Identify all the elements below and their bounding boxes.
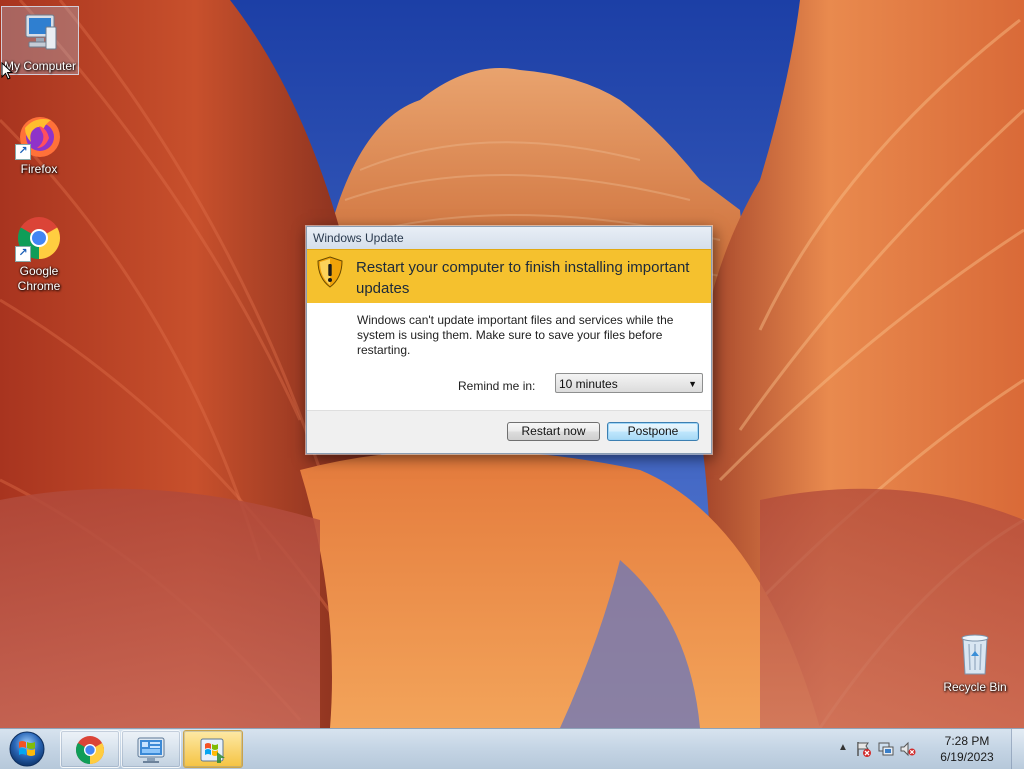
desktop-icon-label: Google Chrome [17, 264, 61, 293]
shield-warning-icon [316, 256, 344, 291]
show-desktop-button[interactable] [1011, 729, 1024, 769]
dialog-message: Windows can't update important files and… [357, 313, 674, 357]
desktop-icon-recycle-bin[interactable]: Recycle Bin [937, 628, 1013, 695]
dialog-headline: Restart your computer to finish installi… [356, 259, 690, 297]
volume-muted-icon[interactable] [900, 741, 916, 760]
taskbar-item-chrome[interactable] [60, 730, 120, 768]
firefox-icon: ↗ [15, 112, 63, 160]
desktop-icon-google-chrome[interactable]: ↗ Google Chrome [1, 212, 77, 294]
action-center-icon[interactable] [856, 741, 872, 760]
chrome-icon [74, 734, 106, 769]
show-hidden-icons-arrow[interactable]: ▲ [838, 742, 848, 753]
shortcut-arrow-icon: ↗ [15, 144, 31, 160]
network-icon[interactable] [878, 741, 894, 760]
remind-label: Remind me in: [458, 379, 536, 393]
taskbar-item-control-panel[interactable] [121, 730, 181, 768]
dialog-footer: Restart now Postpone [307, 410, 711, 453]
control-panel-icon [135, 734, 167, 769]
windows-update-dialog: Windows Update Restart your computer to … [306, 226, 712, 454]
shortcut-arrow-icon: ↗ [15, 246, 31, 262]
desktop-icon-firefox[interactable]: ↗ Firefox [1, 110, 77, 177]
restart-now-button[interactable]: Restart now [507, 422, 600, 441]
desktop-icon-label: Firefox [20, 162, 58, 176]
desktop-icon-label: My Computer [3, 59, 77, 73]
system-tray: ▲ 7:28 PM 6/19/2023 [834, 729, 1024, 769]
desktop[interactable]: My Computer ↗ Firefox ↗ Google Chrome Re… [0, 0, 1024, 728]
clock-time: 7:28 PM [944, 734, 990, 748]
taskbar: ▲ 7:28 PM 6/19/2023 [0, 728, 1024, 769]
clock[interactable]: 7:28 PM 6/19/2023 [932, 733, 1002, 765]
dialog-title[interactable]: Windows Update [307, 227, 711, 249]
start-orb-icon [9, 731, 45, 767]
remind-interval-select[interactable]: 10 minutes ▼ [555, 373, 703, 393]
remind-interval-value: 10 minutes [559, 377, 618, 391]
start-button[interactable] [5, 730, 51, 768]
postpone-button[interactable]: Postpone [607, 422, 699, 441]
dialog-body: Windows can't update important files and… [307, 303, 711, 413]
taskbar-item-windows-update[interactable] [183, 730, 243, 768]
windows-update-icon [197, 734, 229, 769]
recycle-bin-icon [951, 630, 999, 678]
dropdown-arrow-icon: ▼ [688, 379, 697, 389]
dialog-banner: Restart your computer to finish installi… [307, 249, 711, 303]
clock-date: 6/19/2023 [940, 750, 994, 764]
computer-icon [16, 9, 64, 57]
chrome-icon: ↗ [15, 214, 63, 262]
desktop-icon-label: Recycle Bin [943, 680, 1007, 694]
mouse-cursor-icon [1, 62, 13, 80]
